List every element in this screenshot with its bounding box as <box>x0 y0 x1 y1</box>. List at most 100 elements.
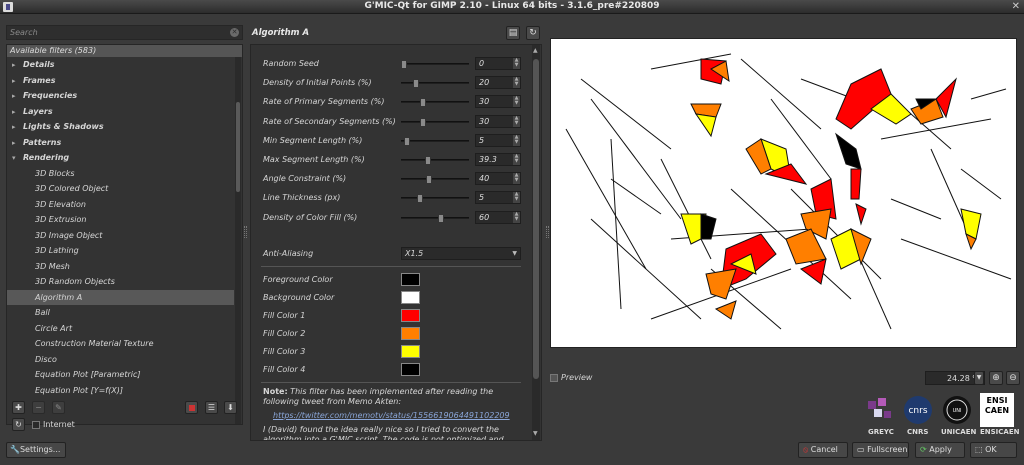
filter-item[interactable]: Circle Art <box>7 321 242 337</box>
slider-handle[interactable] <box>420 117 426 127</box>
filter-category[interactable]: ▸ Layers <box>7 104 242 120</box>
filter-item[interactable]: Equation Plot [Y=f(X)] <box>7 383 242 399</box>
remove-fave-icon[interactable]: − <box>32 401 45 414</box>
spin-arrows-icon[interactable]: ▲ ▼ <box>513 134 520 146</box>
zoom-out-icon[interactable]: ⊖ <box>1006 371 1020 385</box>
slider-handle[interactable] <box>420 98 426 108</box>
spin-arrows-icon[interactable]: ▲ ▼ <box>513 211 520 223</box>
scrollbar-thumb[interactable] <box>236 102 240 192</box>
slider-handle[interactable] <box>413 79 419 89</box>
param-label: Random Seed <box>263 59 319 68</box>
filter-item[interactable]: Algorithm A <box>7 289 234 305</box>
param-slider[interactable] <box>401 117 469 127</box>
scrollbar-thumb[interactable] <box>533 59 539 379</box>
fullscreen-button[interactable]: ▭ Fullscreen <box>852 442 909 458</box>
spin-arrows-icon[interactable]: ▲ ▼ <box>513 96 520 108</box>
filter-category-expanded[interactable]: ▾ Rendering <box>7 150 242 166</box>
spin-arrows-icon[interactable]: ▲ ▼ <box>513 115 520 127</box>
filter-item[interactable]: 3D Extrusion <box>7 212 242 228</box>
slider-handle[interactable] <box>417 194 423 204</box>
spin-arrows-icon[interactable]: ▲ ▼ <box>513 58 520 69</box>
visibility-icon[interactable] <box>185 401 198 414</box>
slider-handle[interactable] <box>426 175 432 185</box>
param-slider[interactable] <box>401 213 469 223</box>
slider-handle[interactable] <box>401 60 407 69</box>
spin-arrows-icon[interactable]: ▲ ▼ <box>513 154 520 165</box>
filter-item-label: 3D Image Object <box>35 230 103 240</box>
filter-tree-scrollbar[interactable] <box>235 57 241 424</box>
update-filters-icon[interactable]: ⬇ <box>224 401 237 414</box>
slider-handle[interactable] <box>404 136 410 146</box>
filter-item[interactable]: 3D Lathing <box>7 243 242 259</box>
settings-button[interactable]: 🔧Settings... <box>6 442 66 458</box>
filter-item[interactable]: Ball <box>7 305 242 321</box>
list-icon[interactable]: ☰ <box>205 401 218 414</box>
filter-item[interactable]: 3D Elevation <box>7 197 242 213</box>
right-splitter-handle[interactable] <box>546 226 549 238</box>
left-splitter-handle[interactable] <box>244 226 247 238</box>
filter-item[interactable]: 3D Colored Object <box>7 181 242 197</box>
color-swatch[interactable] <box>401 309 420 322</box>
filter-item-label: 3D Extrusion <box>35 215 87 224</box>
copy-to-clipboard-icon[interactable]: ▤ <box>506 26 520 40</box>
internet-checkbox[interactable]: Internet <box>32 418 75 432</box>
color-swatch[interactable] <box>401 291 420 304</box>
color-swatch[interactable] <box>401 345 420 358</box>
add-fave-icon[interactable]: ✚ <box>12 401 25 414</box>
param-label: Rate of Secondary Segments (%) <box>263 116 396 126</box>
color-swatch[interactable] <box>401 327 420 340</box>
param-slider[interactable] <box>401 175 469 185</box>
filter-item[interactable]: 3D Blocks <box>7 166 242 182</box>
antialias-select[interactable]: X1.5 ▼ <box>401 247 521 260</box>
spin-arrows-icon[interactable]: ▲ ▼ <box>513 77 520 89</box>
spin-arrows-icon[interactable]: ▲ ▼ <box>513 173 520 185</box>
scroll-up-icon[interactable]: ▲ <box>533 47 538 54</box>
color-swatch[interactable] <box>401 363 420 376</box>
close-icon[interactable]: ✕ <box>1012 1 1020 12</box>
spin-arrows-icon[interactable]: ▲ ▼ <box>513 192 520 204</box>
color-swatch[interactable] <box>401 273 420 286</box>
preview-checkbox[interactable]: Preview <box>550 371 592 385</box>
filter-category[interactable]: ▸ Patterns <box>7 135 242 151</box>
filter-item-label: 3D Blocks <box>35 168 75 178</box>
rename-fave-icon[interactable]: ✎ <box>52 401 65 414</box>
clear-search-icon[interactable]: ✕ <box>230 28 239 37</box>
param-slider[interactable] <box>401 98 469 108</box>
filter-category[interactable]: ▸ Details <box>7 57 242 73</box>
scroll-down-icon[interactable]: ▼ <box>533 430 538 437</box>
apply-button[interactable]: ⟳ Apply <box>915 442 965 458</box>
param-slider[interactable] <box>401 156 469 165</box>
reset-params-icon[interactable]: ↻ <box>526 26 540 40</box>
parameters-scrollbar[interactable]: ▲ ▼ <box>532 45 540 440</box>
filter-item[interactable]: 3D Image Object <box>7 228 242 244</box>
slider-handle[interactable] <box>425 156 431 165</box>
zoom-dropdown-icon[interactable]: ▼ <box>974 371 984 385</box>
filter-item[interactable]: Disco <box>7 352 242 368</box>
category-label: Frames <box>23 75 56 85</box>
preview-canvas[interactable] <box>550 38 1017 348</box>
cnrs-logo: cnrs <box>903 395 933 425</box>
param-slider[interactable] <box>401 194 469 204</box>
param-slider[interactable] <box>401 60 469 69</box>
filter-item[interactable]: 3D Random Objects <box>7 274 242 290</box>
filter-category[interactable]: ▸ Frames <box>7 73 242 89</box>
search-input[interactable]: Search ✕ <box>6 25 243 40</box>
filter-category[interactable]: ▸ Lights & Shadows <box>7 119 242 135</box>
filter-item[interactable]: Construction Material Texture <box>7 336 242 352</box>
zoom-in-icon[interactable]: ⊕ <box>989 371 1003 385</box>
param-row: Max Segment Length (%) 39.3 ▲ ▼ <box>251 153 531 167</box>
filter-tree[interactable]: Available filters (583) ▸ Details ▸ Frames ▸… <box>6 44 243 425</box>
param-slider[interactable] <box>401 79 469 89</box>
cancel-button[interactable]: ⦸ Cancel <box>798 442 848 458</box>
filter-item-label: 3D Elevation <box>35 199 86 209</box>
antialias-label: Anti-Aliasing <box>263 249 314 258</box>
param-row: Rate of Primary Segments (%) 30 ▲ ▼ <box>251 95 531 109</box>
refresh-icon[interactable]: ↻ <box>12 418 25 431</box>
ok-button[interactable]: ⬚ OK <box>970 442 1017 458</box>
param-slider[interactable] <box>401 136 469 146</box>
filter-category[interactable]: ▸ Frequencies <box>7 88 242 104</box>
filter-item[interactable]: 3D Mesh <box>7 259 242 275</box>
tweet-link[interactable]: https://twitter.com/memotv/status/155661… <box>273 411 510 420</box>
slider-handle[interactable] <box>438 213 444 223</box>
filter-item[interactable]: Equation Plot [Parametric] <box>7 367 242 383</box>
